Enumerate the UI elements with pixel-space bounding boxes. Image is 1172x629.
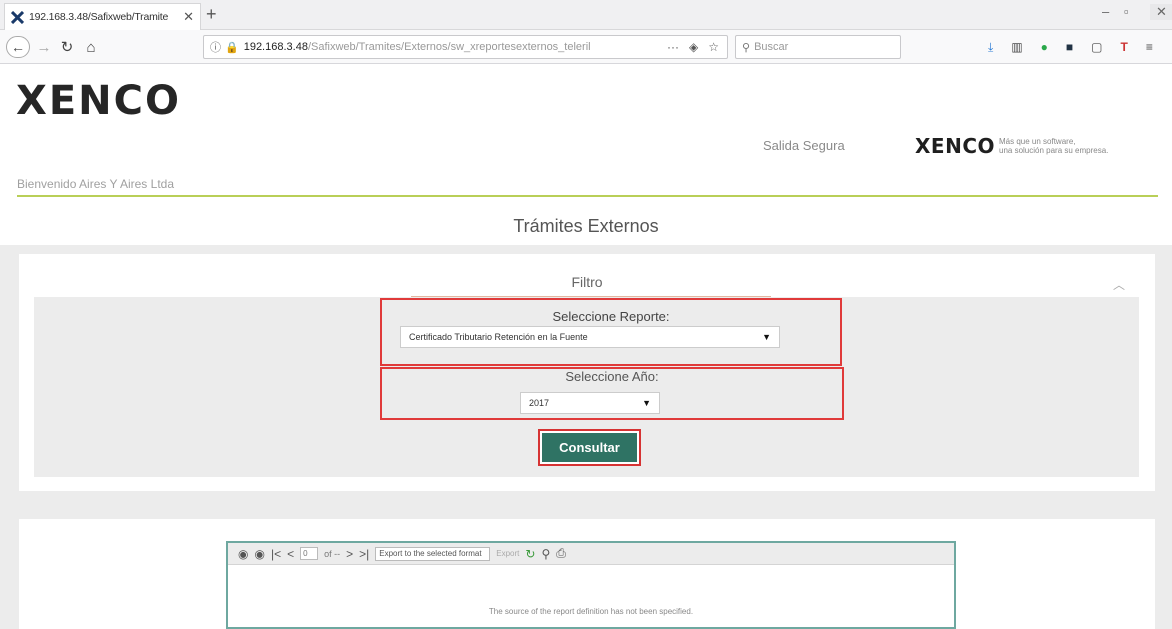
extension-t-icon[interactable]: T (1121, 40, 1128, 55)
export-link[interactable]: Export (496, 549, 519, 558)
header-divider (17, 195, 1158, 197)
close-tab-icon[interactable]: ✕ (183, 9, 194, 25)
home-icon[interactable]: ⌂ (82, 36, 100, 58)
last-page-icon[interactable]: >| (359, 547, 369, 561)
insecure-lock-icon: 🔒 (225, 41, 239, 54)
xenco-favicon-icon (11, 10, 24, 24)
extension-blue-icon[interactable]: ■ (1066, 40, 1073, 55)
downloads-icon[interactable]: ⤓ (988, 40, 993, 55)
tagline-line1: Más que un software, (999, 137, 1076, 146)
report-select-highlight: Seleccione Reporte: Certificado Tributar… (380, 298, 842, 366)
close-window-icon[interactable]: ✕ (1150, 4, 1172, 20)
welcome-text: Bienvenido Aires Y Aires Ltda (17, 177, 174, 191)
pocket-icon[interactable]: ◈ (689, 40, 698, 54)
year-label: Seleccione Año: (565, 369, 659, 384)
dropdown-arrow-icon: ▼ (762, 332, 771, 342)
report-viewer-toolbar: ◉ ◉ |< < 0 of -- > >| Export to the sele… (228, 543, 954, 565)
search-icon: ⚲ (742, 41, 751, 54)
first-page-icon[interactable]: ◉ (238, 547, 248, 561)
brand-mark: XENCO (915, 134, 995, 158)
find-icon[interactable]: ⚲ (541, 547, 550, 561)
sidebar-icon[interactable]: ▢ (1091, 40, 1102, 55)
bookmark-star-icon[interactable]: ☆ (708, 40, 719, 54)
first-page-bar-icon[interactable]: |< (271, 547, 281, 561)
search-placeholder: Buscar (754, 41, 789, 53)
report-select[interactable]: Certificado Tributario Retención en la F… (400, 326, 780, 348)
brand-tagline: Más que un software, una solución para s… (999, 137, 1108, 155)
url-path: /Safixweb/Tramites/Externos/sw_xreportes… (307, 41, 591, 53)
url-bar[interactable]: ⓘ 🔒 192.168.3.48 /Safixweb/Tramites/Exte… (203, 35, 728, 59)
restore-icon[interactable]: ▫ (1124, 4, 1129, 19)
page-number-input[interactable]: 0 (300, 547, 319, 560)
reload-icon[interactable]: ↻ (58, 36, 76, 58)
year-select-value: 2017 (529, 398, 550, 408)
toolbar-icons: ⤓ ▥ ● ■ ▢ T ≡ (988, 40, 1153, 55)
search-input[interactable]: ⚲ Buscar (735, 35, 901, 59)
new-tab-icon[interactable]: + (206, 4, 217, 25)
extension-green-icon[interactable]: ● (1041, 40, 1048, 55)
page-actions-icon[interactable]: ··· (667, 40, 679, 54)
previous-page-icon[interactable]: < (287, 547, 294, 561)
consultar-button[interactable]: Consultar (542, 433, 637, 462)
page-of-label: of -- (324, 548, 341, 559)
tagline-line2: una solución para su empresa. (999, 146, 1109, 155)
minimize-icon[interactable]: – (1102, 4, 1109, 19)
report-select-value: Certificado Tributario Retención en la F… (409, 332, 588, 342)
filter-title: Filtro (571, 274, 603, 290)
browser-tabbar: 192.168.3.48/Safixweb/Tramite ✕ + – ▫ ✕ (0, 0, 1172, 30)
report-viewer-message: The source of the report definition has … (488, 607, 694, 616)
menu-icon[interactable]: ≡ (1146, 40, 1153, 55)
year-select-highlight: Seleccione Año: 2017 ▼ (380, 367, 844, 420)
browser-navbar: ← → ↻ ⌂ ⓘ 🔒 192.168.3.48 /Safixweb/Trami… (0, 30, 1172, 64)
export-format-select[interactable]: Export to the selected format (375, 546, 491, 561)
tab-title: 192.168.3.48/Safixweb/Tramite (29, 11, 169, 23)
logout-link[interactable]: Salida Segura (763, 138, 845, 153)
brand-logo: XENCO Más que un software, una solución … (915, 134, 1108, 158)
url-host: 192.168.3.48 (243, 41, 308, 53)
forward-icon[interactable]: → (36, 36, 52, 58)
info-icon[interactable]: ⓘ (210, 39, 221, 55)
refresh-icon[interactable]: ↻ (525, 547, 535, 561)
print-icon[interactable]: ⎙ (556, 546, 566, 561)
report-label: Seleccione Reporte: (552, 309, 670, 324)
back-icon[interactable]: ← (6, 36, 30, 58)
page-title: Trámites Externos (513, 216, 659, 236)
dropdown-arrow-icon: ▼ (642, 398, 651, 408)
report-viewer: ◉ ◉ |< < 0 of -- > >| Export to the sele… (226, 541, 956, 629)
browser-tab[interactable]: 192.168.3.48/Safixweb/Tramite ✕ (4, 3, 201, 30)
consultar-button-highlight: Consultar (538, 429, 641, 466)
xenco-logo: XENCO (16, 78, 181, 124)
collapse-chevron-up-icon[interactable]: ︿ (1113, 276, 1125, 293)
next-page-icon[interactable]: > (346, 547, 353, 561)
library-icon[interactable]: ▥ (1011, 40, 1022, 55)
prev-circle-icon[interactable]: ◉ (254, 547, 264, 561)
year-select[interactable]: 2017 ▼ (520, 392, 660, 414)
